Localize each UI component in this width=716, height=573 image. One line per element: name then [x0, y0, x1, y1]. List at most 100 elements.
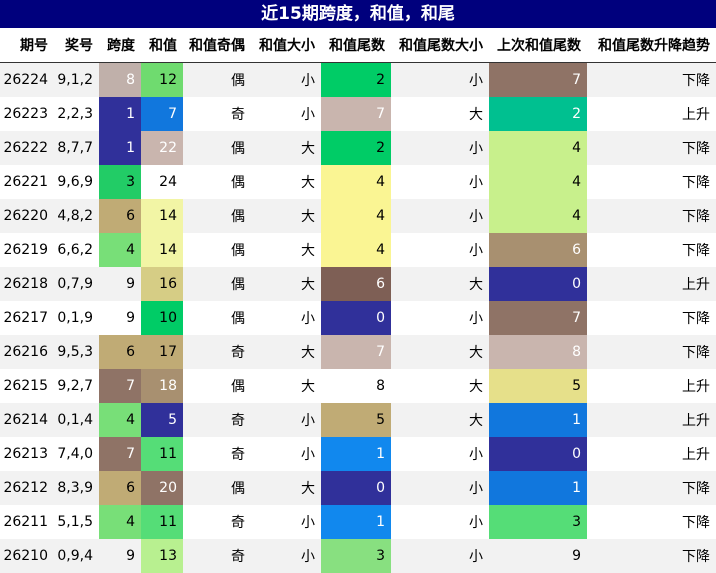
- table-cell: 偶: [183, 165, 251, 199]
- table-cell: 偶: [183, 62, 251, 97]
- table-cell: 7: [321, 97, 391, 131]
- table-cell: 小: [391, 539, 489, 573]
- data-table: 期号 奖号 跨度 和值 和值奇偶 和值大小 和值尾数 和值尾数大小 上次和值尾数 和值尾数升降趋势…: [0, 28, 716, 573]
- table-row: 26216 9,5,3 6 17 奇大 7 大 8 下降: [0, 335, 716, 369]
- table-cell: 小: [391, 233, 489, 267]
- table-cell: 10: [141, 301, 183, 335]
- table-cell: 26220: [0, 199, 54, 233]
- table-cell: 5: [489, 369, 587, 403]
- table-cell: 0,1,4: [54, 403, 99, 437]
- column-header: 和值大小: [251, 28, 321, 63]
- table-body: 26224 9,1,2 8 12 偶小 2 小 7 下降 26223 2,2,3 1 7 奇小 7 大 2 上升 2…: [0, 62, 716, 573]
- table-cell: 下降: [587, 233, 716, 267]
- table-cell: 5: [141, 403, 183, 437]
- table-cell: 2,2,3: [54, 97, 99, 131]
- table-row: 26224 9,1,2 8 12 偶小 2 小 7 下降: [0, 62, 716, 97]
- table-row: 26217 0,1,9 9 10 偶小 0 小 7 下降: [0, 301, 716, 335]
- table-cell: 大: [251, 369, 321, 403]
- table-row: 26221 9,6,9 3 24 偶大 4 小 4 下降: [0, 165, 716, 199]
- table-cell: 22: [141, 131, 183, 165]
- table-cell: 偶: [183, 369, 251, 403]
- table-cell: 14: [141, 199, 183, 233]
- table-cell: 小: [251, 437, 321, 471]
- table-cell: 4: [99, 233, 141, 267]
- table-cell: 9: [99, 539, 141, 573]
- table-cell: 14: [141, 233, 183, 267]
- table-cell: 下降: [587, 505, 716, 539]
- table-cell: 7,4,0: [54, 437, 99, 471]
- table-row: 26213 7,4,0 7 11 奇小 1 小 0 上升: [0, 437, 716, 471]
- table-cell: 偶: [183, 233, 251, 267]
- table-row: 26219 6,6,2 4 14 偶大 4 小 6 下降: [0, 233, 716, 267]
- table-row: 26212 8,3,9 6 20 偶大 0 小 1 下降: [0, 471, 716, 505]
- table-row: 26211 5,1,5 4 11 奇小 1 小 3 下降: [0, 505, 716, 539]
- table-row: 26223 2,2,3 1 7 奇小 7 大 2 上升: [0, 97, 716, 131]
- table-cell: 6: [99, 199, 141, 233]
- table-cell: 大: [391, 403, 489, 437]
- table-cell: 大: [251, 233, 321, 267]
- table-cell: 4: [489, 131, 587, 165]
- table-cell: 0: [489, 267, 587, 301]
- table-cell: 9,1,2: [54, 62, 99, 97]
- table-title: 近15期跨度，和值，和尾: [0, 0, 716, 28]
- table-cell: 小: [391, 437, 489, 471]
- table-cell: 小: [391, 199, 489, 233]
- column-header: 奖号: [54, 28, 99, 63]
- table-cell: 偶: [183, 199, 251, 233]
- table-cell: 26221: [0, 165, 54, 199]
- table-cell: 3: [489, 505, 587, 539]
- table-cell: 偶: [183, 301, 251, 335]
- table-cell: 26218: [0, 267, 54, 301]
- table-cell: 7: [489, 301, 587, 335]
- table-cell: 大: [391, 335, 489, 369]
- table-cell: 0: [321, 301, 391, 335]
- table-cell: 26212: [0, 471, 54, 505]
- table-cell: 0: [489, 437, 587, 471]
- column-header: 和值尾数升降趋势: [587, 28, 716, 63]
- table-cell: 6,6,2: [54, 233, 99, 267]
- table-cell: 4: [99, 403, 141, 437]
- table-cell: 26224: [0, 62, 54, 97]
- table-cell: 下降: [587, 335, 716, 369]
- table-cell: 3: [321, 539, 391, 573]
- table-cell: 26216: [0, 335, 54, 369]
- table-cell: 下降: [587, 131, 716, 165]
- table-cell: 7: [489, 62, 587, 97]
- table-cell: 2: [321, 62, 391, 97]
- header-row: 期号 奖号 跨度 和值 和值奇偶 和值大小 和值尾数 和值尾数大小 上次和值尾数 和值尾数升降趋势: [0, 28, 716, 63]
- table-cell: 8: [99, 62, 141, 97]
- table-cell: 4: [99, 505, 141, 539]
- table-cell: 0,1,9: [54, 301, 99, 335]
- column-header: 和值尾数大小: [391, 28, 489, 63]
- table-cell: 下降: [587, 539, 716, 573]
- table-cell: 小: [391, 471, 489, 505]
- table-cell: 7: [321, 335, 391, 369]
- table-cell: 奇: [183, 437, 251, 471]
- table-cell: 26217: [0, 301, 54, 335]
- table-cell: 6: [99, 471, 141, 505]
- table-cell: 4: [321, 165, 391, 199]
- table-cell: 奇: [183, 505, 251, 539]
- table-cell: 1: [321, 505, 391, 539]
- table-cell: 小: [391, 131, 489, 165]
- table-row: 26210 0,9,4 9 13 奇小 3 小 9 下降: [0, 539, 716, 573]
- table-cell: 11: [141, 505, 183, 539]
- table-cell: 大: [391, 369, 489, 403]
- table-cell: 小: [251, 97, 321, 131]
- table-cell: 2: [489, 97, 587, 131]
- table-cell: 9,2,7: [54, 369, 99, 403]
- table-cell: 小: [391, 505, 489, 539]
- table-cell: 7: [99, 369, 141, 403]
- table-cell: 9,6,9: [54, 165, 99, 199]
- table-cell: 26222: [0, 131, 54, 165]
- table-cell: 下降: [587, 199, 716, 233]
- table-cell: 小: [251, 301, 321, 335]
- table-cell: 7: [141, 97, 183, 131]
- column-header: 和值: [141, 28, 183, 63]
- table-cell: 6: [489, 233, 587, 267]
- table-cell: 大: [251, 165, 321, 199]
- table-cell: 大: [251, 199, 321, 233]
- table-cell: 7: [99, 437, 141, 471]
- table-cell: 大: [251, 471, 321, 505]
- table-cell: 下降: [587, 165, 716, 199]
